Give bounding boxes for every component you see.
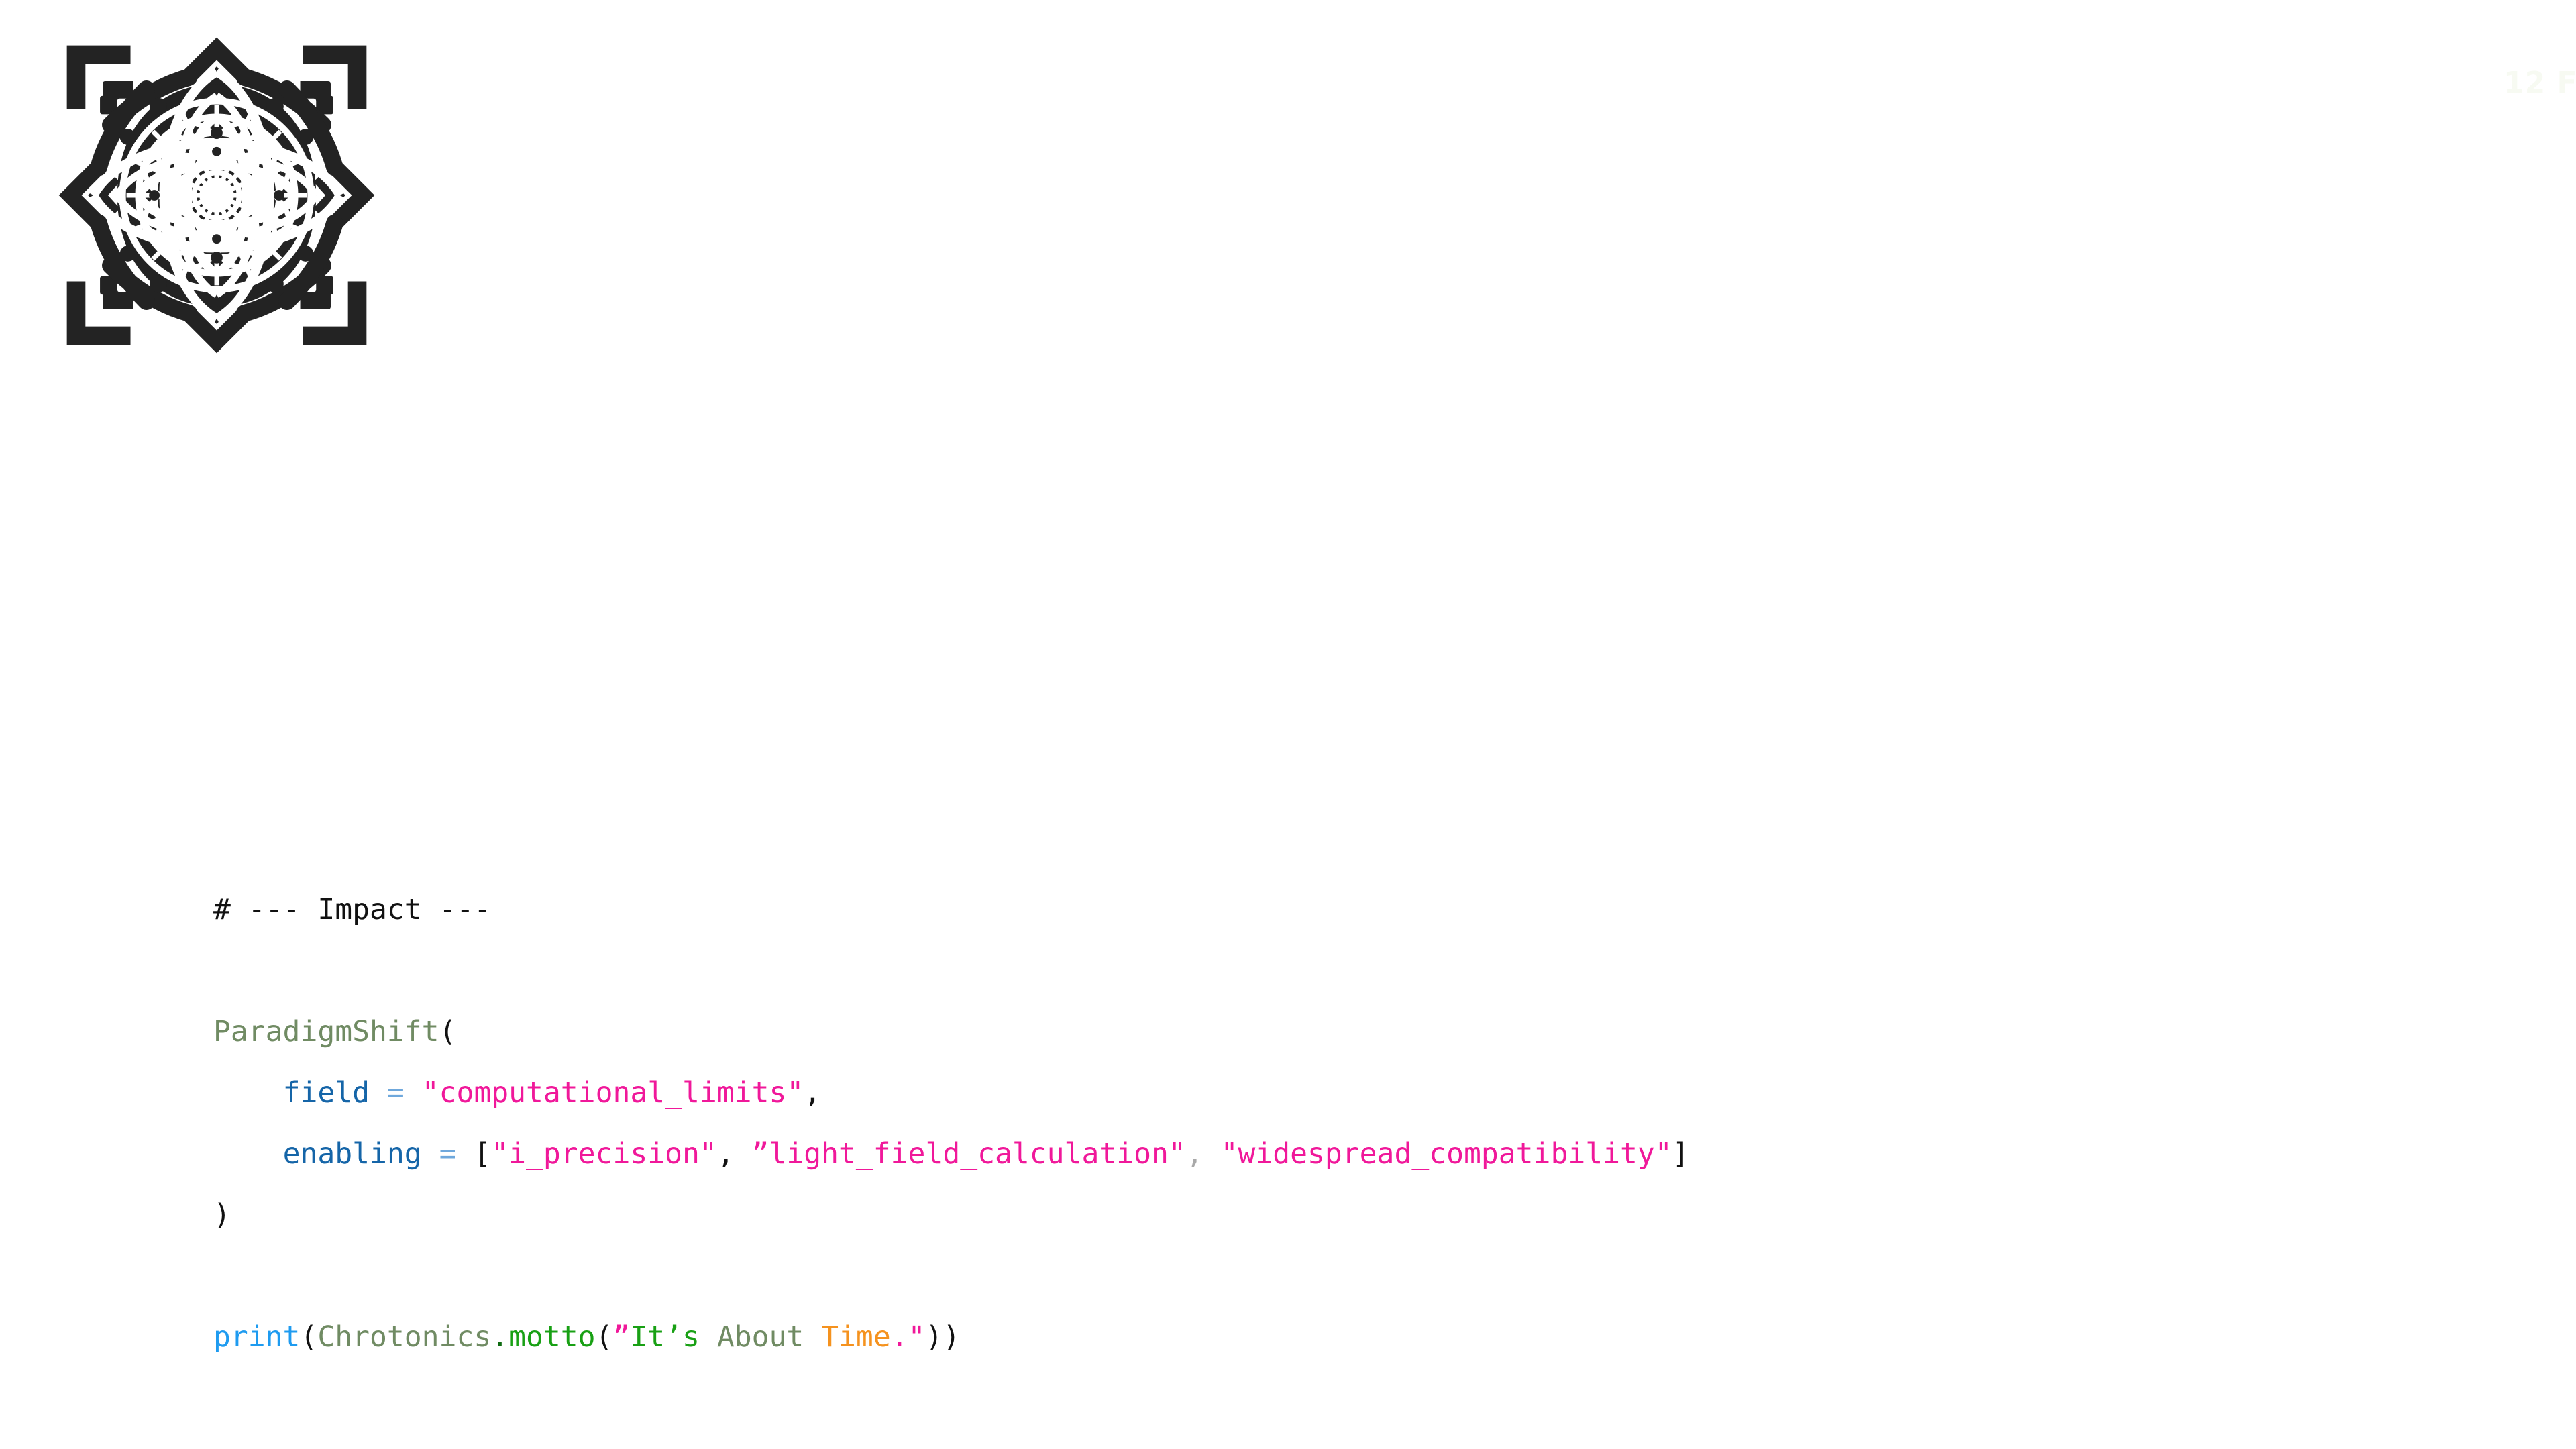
code-token: # --- Impact --- <box>213 893 492 926</box>
code-token: ( <box>595 1320 613 1354</box>
code-line-paradigmshift-open: ParadigmShift( <box>213 1002 1690 1063</box>
code-token: Chrotonics <box>317 1320 492 1354</box>
code-token: enabling <box>282 1137 422 1171</box>
code-token: )) <box>925 1320 961 1354</box>
code-token: ] <box>1672 1137 1690 1171</box>
code-line-blank-1 <box>213 941 1690 1002</box>
code-block: # --- Impact --- ParadigmShift( field = … <box>213 879 1690 1368</box>
code-token: . <box>890 1320 908 1354</box>
code-token: field <box>282 1076 370 1110</box>
code-token: ( <box>439 1015 457 1049</box>
code-token: It’s <box>630 1320 700 1354</box>
code-token: , <box>804 1076 822 1110</box>
code-token: ) <box>213 1198 231 1232</box>
code-token: ” <box>612 1320 631 1354</box>
code-token: Time <box>821 1320 891 1354</box>
chrotonics-mandala-logo-icon <box>58 37 375 354</box>
code-token: "widespread_compatibility" <box>1220 1137 1672 1171</box>
code-token: motto <box>508 1320 596 1354</box>
code-token: ParadigmShift <box>213 1015 439 1049</box>
code-token: "i_precision" <box>491 1137 717 1171</box>
code-line-print-motto: print(Chrotonics.motto(”It’s About Time.… <box>213 1307 1690 1368</box>
code-token: print <box>213 1320 301 1354</box>
code-line-arg-enabling: enabling = ["i_precision", ”light_field_… <box>213 1124 1690 1185</box>
code-token: ”light_field_calculation" <box>751 1137 1186 1171</box>
code-token: [ <box>474 1137 492 1171</box>
code-token: ( <box>300 1320 318 1354</box>
code-token: About <box>716 1320 804 1354</box>
code-token: = <box>386 1076 405 1110</box>
code-token: " <box>908 1320 926 1354</box>
code-token: . <box>491 1320 509 1354</box>
code-token: = <box>439 1137 457 1171</box>
code-token: , <box>1185 1137 1203 1171</box>
code-line-comment-impact: # --- Impact --- <box>213 879 1690 941</box>
code-line-paradigmshift-close: ) <box>213 1185 1690 1246</box>
code-token: "computational_limits" <box>421 1076 804 1110</box>
code-line-arg-field: field = "computational_limits", <box>213 1063 1690 1124</box>
logo-container <box>47 25 386 365</box>
code-token: , <box>716 1137 735 1171</box>
corner-date-label: 12 FE <box>2504 66 2576 100</box>
code-line-blank-2 <box>213 1246 1690 1307</box>
